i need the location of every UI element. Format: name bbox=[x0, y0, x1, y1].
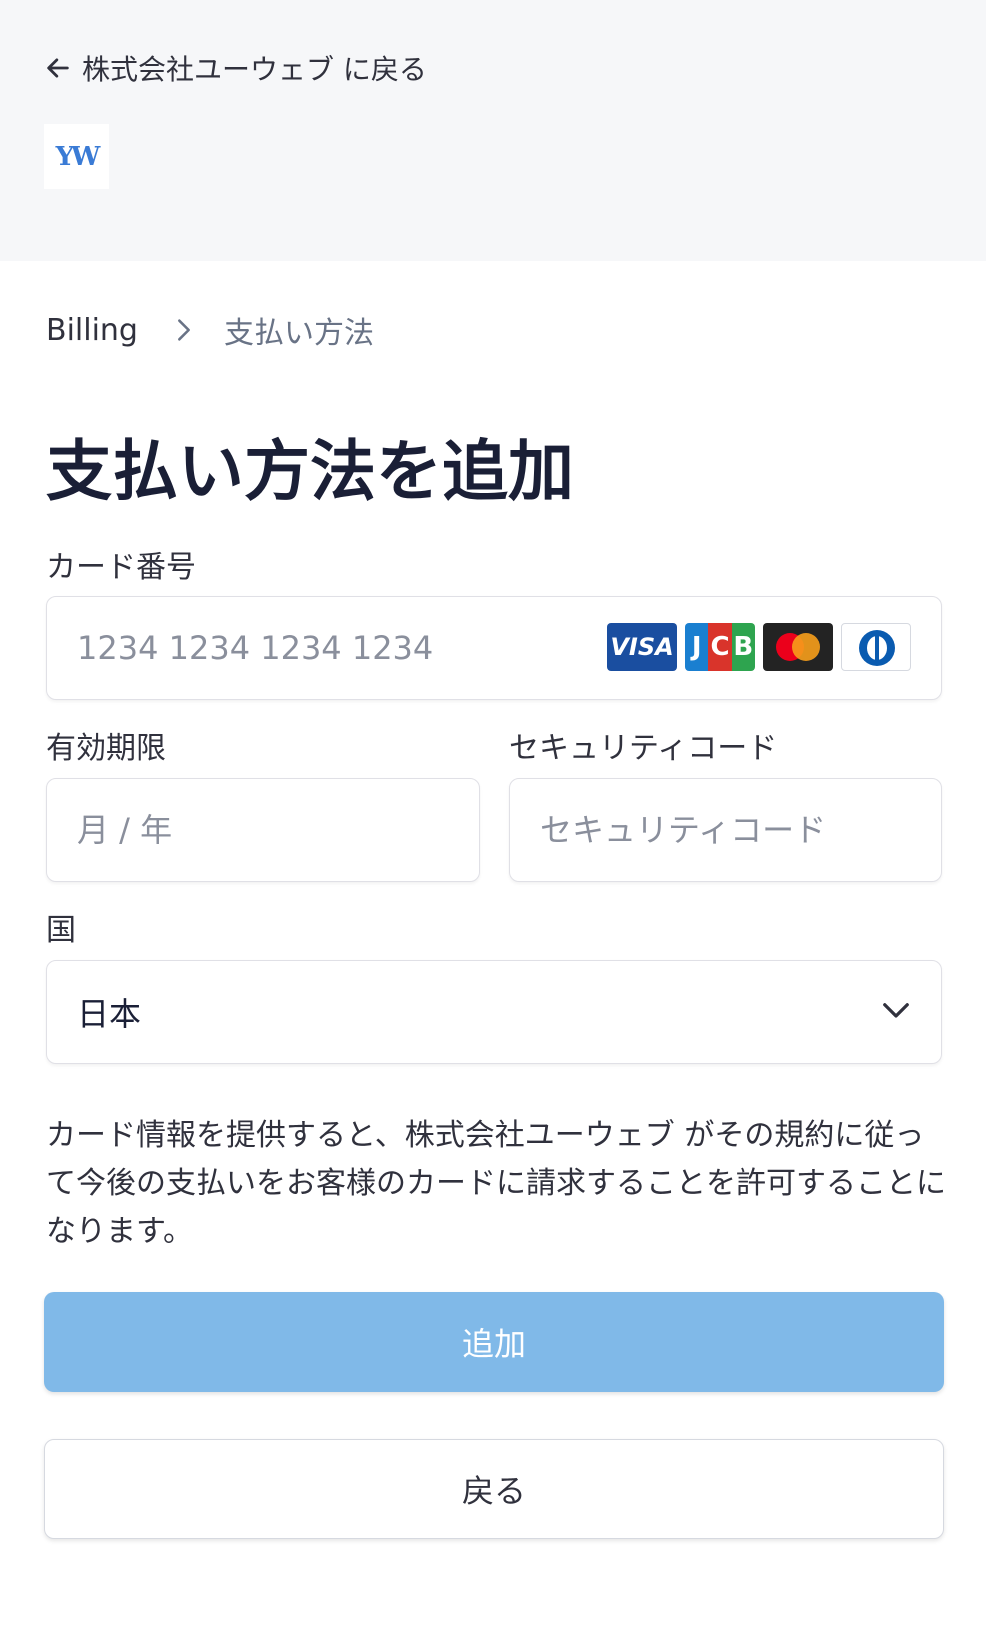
page-title: 支払い方法を追加 bbox=[46, 433, 574, 510]
chevron-down-icon bbox=[883, 1003, 909, 1018]
authorization-disclaimer: カード情報を提供すると、株式会社ユーウェブ がその規約に従って今後の支払いをお客… bbox=[46, 1118, 946, 1249]
arrow-left-icon bbox=[47, 58, 69, 78]
mastercard-icon bbox=[763, 623, 833, 671]
card-brands: VISA J C B bbox=[607, 623, 911, 671]
diners-club-icon bbox=[841, 623, 911, 671]
card-number-label: カード番号 bbox=[46, 550, 196, 585]
logo-text: YW bbox=[55, 141, 101, 172]
cvc-label: セキュリティコード bbox=[509, 731, 778, 766]
breadcrumb: Billing 支払い方法 bbox=[46, 308, 374, 352]
breadcrumb-current: 支払い方法 bbox=[223, 316, 374, 351]
back-button[interactable]: 戻る bbox=[44, 1439, 944, 1539]
country-value: 日本 bbox=[77, 995, 142, 1033]
country-label: 国 bbox=[46, 913, 76, 948]
cvc-input[interactable] bbox=[540, 811, 941, 849]
expiry-label: 有効期限 bbox=[46, 731, 166, 766]
back-link[interactable]: 株式会社ユーウェブ に戻る bbox=[44, 48, 427, 88]
visa-icon: VISA bbox=[607, 623, 677, 671]
add-button[interactable]: 追加 bbox=[44, 1292, 944, 1392]
breadcrumb-billing[interactable]: Billing bbox=[46, 313, 138, 348]
chevron-right-icon bbox=[178, 319, 190, 341]
cvc-field[interactable] bbox=[509, 778, 942, 882]
expiry-field[interactable] bbox=[46, 778, 480, 882]
back-link-label: 株式会社ユーウェブ に戻る bbox=[82, 53, 427, 86]
company-logo: YW bbox=[44, 124, 109, 189]
header: 株式会社ユーウェブ に戻る YW bbox=[0, 0, 986, 261]
jcb-icon: J C B bbox=[685, 623, 755, 671]
country-select[interactable]: 日本 bbox=[46, 960, 942, 1064]
card-number-field[interactable]: VISA J C B bbox=[46, 596, 942, 700]
expiry-input[interactable] bbox=[77, 811, 479, 849]
